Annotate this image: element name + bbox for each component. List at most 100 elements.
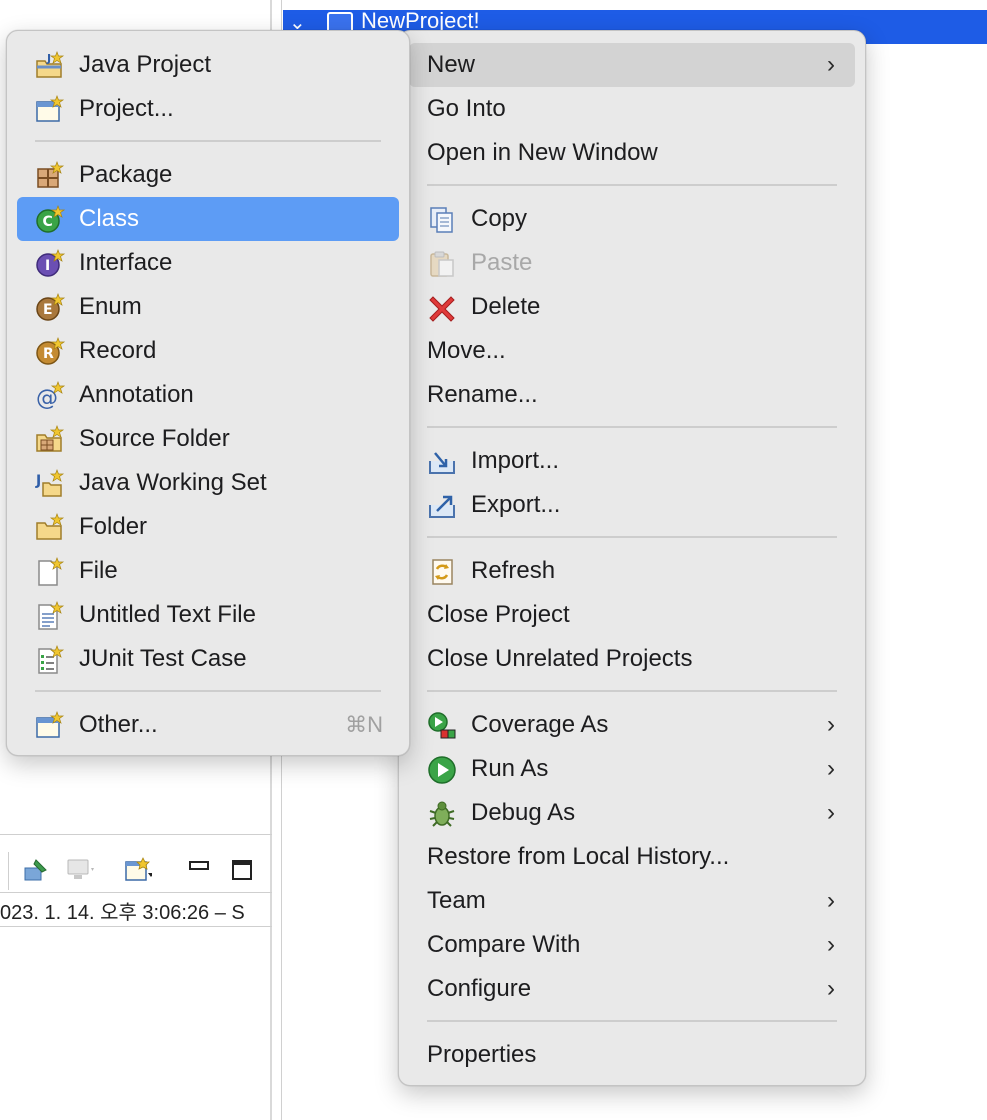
file-icon	[38, 557, 65, 586]
menu-item-label: Untitled Text File	[79, 601, 256, 628]
menu-separator	[35, 690, 381, 692]
maximize-icon[interactable]	[228, 856, 256, 884]
menu-item-label: Debug As	[471, 799, 576, 826]
menu-item-compare-with[interactable]: Compare With ›	[409, 923, 855, 967]
menu-item-label: Paste	[471, 249, 533, 276]
enum-icon: E	[36, 293, 65, 321]
menu-item-label: Import...	[471, 447, 560, 474]
menu-separator	[427, 536, 837, 538]
menu-item-team[interactable]: Team ›	[409, 879, 855, 923]
folder-icon	[36, 513, 65, 540]
menu-item-run-as[interactable]: Run As ›	[409, 747, 855, 791]
menu-item-label: Close Project	[427, 601, 570, 628]
java-project-icon: J	[36, 51, 65, 78]
chevron-right-icon: ›	[827, 931, 835, 958]
menu-item-label: Restore from Local History...	[427, 843, 730, 870]
junit-icon	[38, 645, 65, 674]
menu-item-open-in-new-window[interactable]: Open in New Window	[409, 131, 855, 175]
copy-icon	[430, 207, 453, 233]
record-icon: R	[36, 337, 65, 365]
menu-item-move[interactable]: Move...	[409, 329, 855, 373]
pin-icon[interactable]	[22, 856, 50, 884]
submenu-item-project[interactable]: Project...	[17, 87, 399, 131]
submenu-item-annotation[interactable]: @ Annotation	[17, 373, 399, 417]
menu-item-refresh[interactable]: Refresh	[409, 549, 855, 593]
menu-item-label: Enum	[79, 293, 142, 320]
menu-item-label: Go Into	[427, 95, 506, 122]
menu-item-label: Rename...	[427, 381, 538, 408]
package-icon	[37, 161, 65, 188]
display-icon[interactable]	[66, 856, 94, 884]
menu-item-label: Coverage As	[471, 711, 609, 738]
menu-item-label: Open in New Window	[427, 139, 658, 166]
submenu-item-other[interactable]: Other... ⌘N	[17, 703, 399, 747]
annotation-icon: @	[36, 381, 65, 411]
submenu-item-untitled-text-file[interactable]: Untitled Text File	[17, 593, 399, 637]
menu-item-label: Team	[427, 887, 486, 914]
menu-item-coverage-as[interactable]: Coverage As ›	[409, 703, 855, 747]
menu-item-label: Run As	[471, 755, 549, 782]
menu-item-copy[interactable]: Copy	[409, 197, 855, 241]
submenu-item-folder[interactable]: Folder	[17, 505, 399, 549]
menu-item-rename[interactable]: Rename...	[409, 373, 855, 417]
menu-item-label: Delete	[471, 293, 541, 320]
menu-item-label: Copy	[471, 205, 528, 232]
menu-item-label: Compare With	[427, 931, 581, 958]
submenu-item-package[interactable]: Package	[17, 153, 399, 197]
submenu-item-record[interactable]: R Record	[17, 329, 399, 373]
menu-item-delete[interactable]: Delete	[409, 285, 855, 329]
menu-item-label: Package	[79, 161, 173, 188]
panel-border	[0, 926, 272, 927]
class-icon: C	[36, 205, 65, 233]
menu-item-debug-as[interactable]: Debug As ›	[409, 791, 855, 835]
menu-item-import[interactable]: Import...	[409, 439, 855, 483]
refresh-icon	[432, 559, 453, 585]
menu-separator	[427, 690, 837, 692]
menu-item-go-into[interactable]: Go Into	[409, 87, 855, 131]
submenu-item-java-project[interactable]: J Java Project	[17, 43, 399, 87]
keyboard-shortcut: ⌘N	[345, 712, 383, 737]
chevron-right-icon: ›	[827, 799, 835, 826]
menu-separator	[427, 184, 837, 186]
menu-item-close-unrelated-projects[interactable]: Close Unrelated Projects	[409, 637, 855, 681]
menu-item-label: Record	[79, 337, 157, 364]
menu-item-label: Export...	[471, 491, 561, 518]
menu-item-close-project[interactable]: Close Project	[409, 593, 855, 637]
coverage-icon	[428, 712, 456, 739]
source-folder-icon	[36, 425, 65, 452]
submenu-item-enum[interactable]: E Enum	[17, 285, 399, 329]
menu-item-new[interactable]: New ›	[409, 43, 855, 87]
run-icon	[428, 756, 456, 784]
svg-text:@: @	[36, 386, 58, 411]
delete-icon	[429, 296, 455, 322]
context-menu: New › Go Into Open in New Window Copy Pa…	[398, 30, 866, 1086]
menu-item-label: Source Folder	[79, 425, 230, 452]
submenu-item-file[interactable]: File	[17, 549, 399, 593]
menu-separator	[427, 426, 837, 428]
minimize-icon[interactable]	[186, 856, 214, 884]
interface-icon: I	[36, 249, 65, 277]
menu-item-configure[interactable]: Configure ›	[409, 967, 855, 1011]
submenu-item-interface[interactable]: I Interface	[17, 241, 399, 285]
chevron-right-icon: ›	[827, 755, 835, 782]
submenu-item-source-folder[interactable]: Source Folder	[17, 417, 399, 461]
menu-item-label: Refresh	[471, 557, 556, 584]
chevron-right-icon: ›	[827, 51, 835, 78]
menu-item-export[interactable]: Export...	[409, 483, 855, 527]
console-toolbar	[0, 848, 272, 892]
menu-item-properties[interactable]: Properties	[409, 1033, 855, 1077]
svg-text:C: C	[43, 214, 53, 230]
open-console-icon[interactable]	[124, 856, 152, 884]
text-file-icon	[38, 601, 65, 630]
svg-text:I: I	[45, 258, 50, 274]
submenu-item-class[interactable]: C Class	[17, 197, 399, 241]
chevron-right-icon: ›	[827, 711, 835, 738]
menu-item-paste[interactable]: Paste	[409, 241, 855, 285]
menu-item-restore-from-local-history[interactable]: Restore from Local History...	[409, 835, 855, 879]
svg-text:J: J	[35, 473, 41, 489]
submenu-item-junit-test-case[interactable]: JUnit Test Case	[17, 637, 399, 681]
other-icon	[36, 711, 65, 738]
menu-item-label: New	[427, 51, 476, 78]
submenu-item-java-working-set[interactable]: J Java Working Set	[17, 461, 399, 505]
menu-separator	[427, 1020, 837, 1022]
